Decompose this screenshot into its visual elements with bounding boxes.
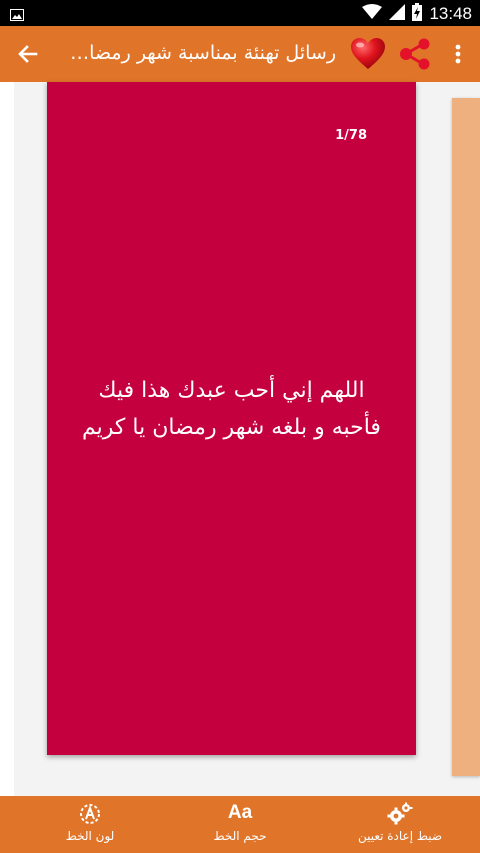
- bottom-toolbar: لون الخط Aa حجم الخط ضبط إعادة تعيين: [0, 796, 480, 853]
- app-bar: رسائل تهنئة بمناسبة شهر رمضان الكريم: [0, 26, 480, 82]
- gallery-notification-icon: [10, 6, 24, 25]
- message-pager[interactable]: 1/78 اللهم إني أحب عبدك هذا فيك فأحبه و …: [0, 82, 480, 796]
- font-size-button[interactable]: Aa حجم الخط: [200, 796, 280, 853]
- status-bar: 13:48: [0, 0, 480, 26]
- back-arrow-icon[interactable]: [14, 40, 42, 68]
- text-color-icon: [78, 802, 102, 830]
- text-color-label: لون الخط: [65, 829, 115, 843]
- battery-charging-icon: [412, 3, 423, 25]
- wifi-icon: [362, 4, 383, 24]
- signal-icon: [389, 4, 406, 24]
- more-vert-icon[interactable]: [448, 40, 468, 68]
- next-card-edge: [452, 98, 480, 776]
- page-counter: 1/78: [335, 128, 367, 143]
- font-size-label: حجم الخط: [213, 829, 267, 843]
- reset-settings-label: ضبط إعادة تعيين: [357, 829, 443, 843]
- previous-card-edge: [0, 82, 14, 796]
- message-text: اللهم إني أحب عبدك هذا فيك فأحبه و بلغه …: [82, 378, 381, 440]
- share-icon[interactable]: [398, 38, 432, 70]
- text-color-button[interactable]: لون الخط: [50, 796, 130, 853]
- font-size-icon: Aa: [227, 802, 253, 823]
- reset-settings-button[interactable]: ضبط إعادة تعيين: [345, 796, 455, 853]
- page-title: رسائل تهنئة بمناسبة شهر رمضان الكريم: [64, 42, 336, 64]
- gears-icon: [387, 802, 413, 830]
- heart-icon[interactable]: [350, 37, 386, 71]
- clock: 13:48: [429, 4, 472, 23]
- message-card[interactable]: 1/78 اللهم إني أحب عبدك هذا فيك فأحبه و …: [47, 82, 416, 755]
